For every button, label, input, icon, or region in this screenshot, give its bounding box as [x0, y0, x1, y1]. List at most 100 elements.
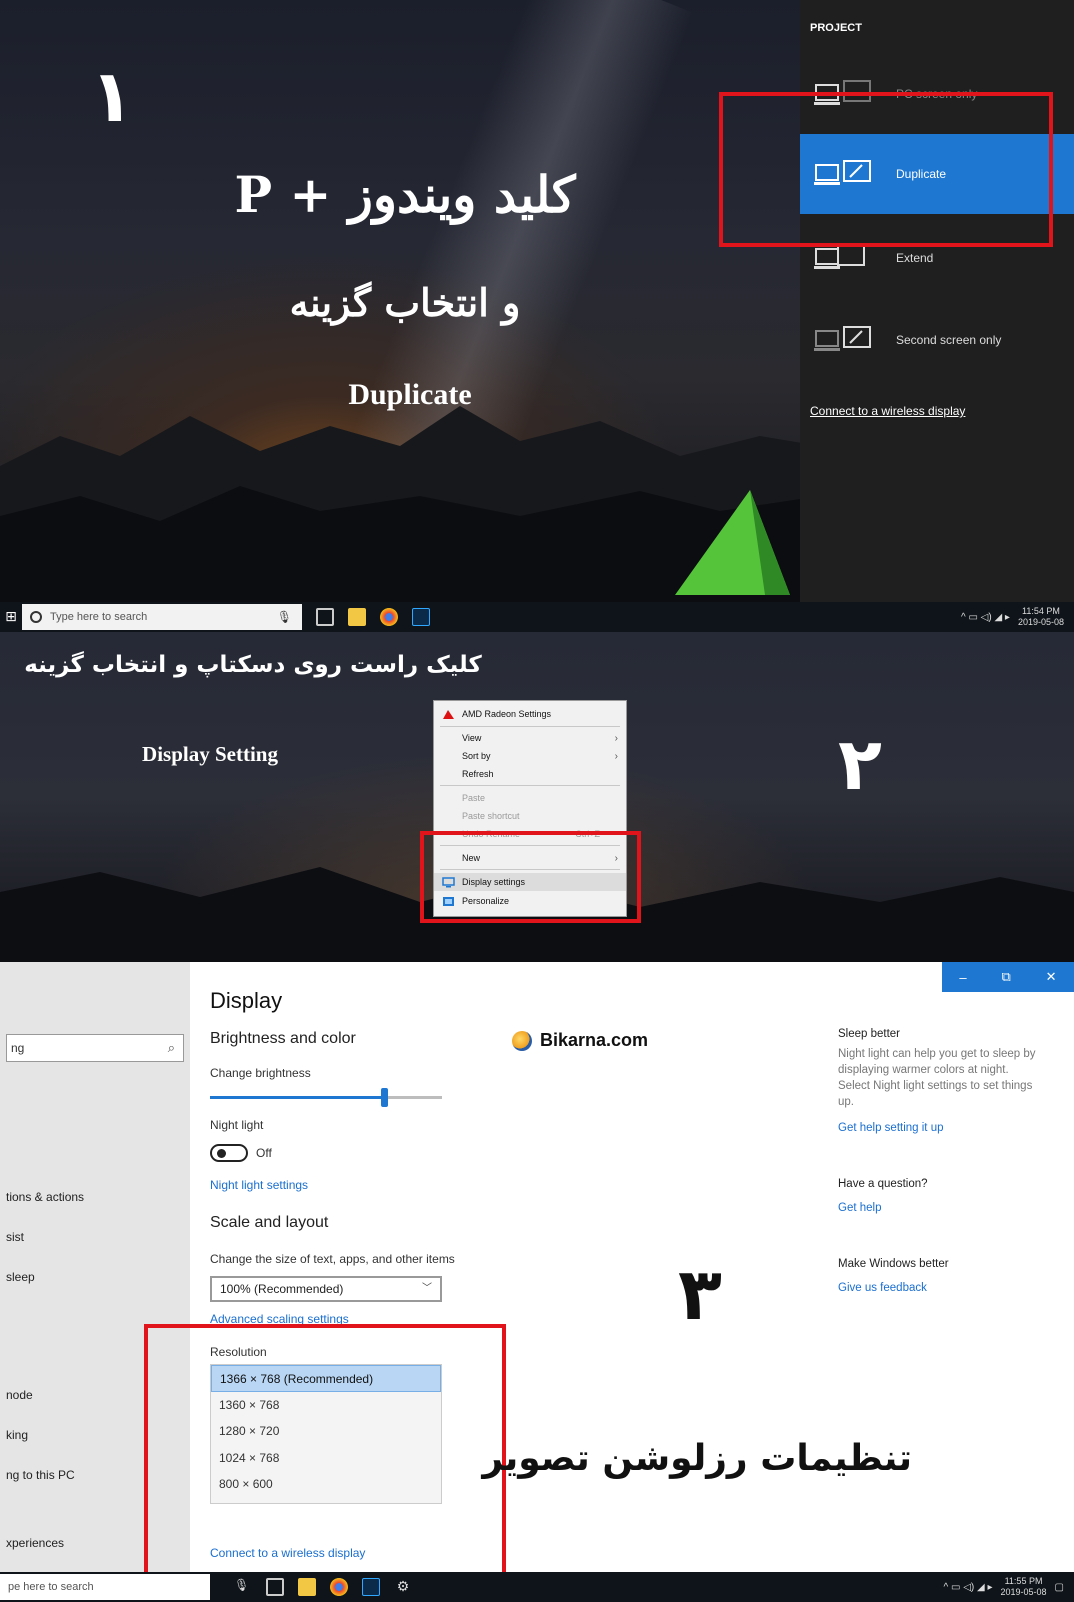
brand-watermark: Bikarna.com: [512, 1030, 648, 1051]
sidebar-item-tablet-mode[interactable]: node: [6, 1388, 33, 1402]
brightness-slider[interactable]: [210, 1088, 442, 1107]
close-button[interactable]: ✕: [1046, 969, 1057, 985]
menu-separator: [440, 726, 620, 727]
taskbar: ⊞ Type here to search 🎙 ^ ▭ ◁) ◢ ▸ 11:54…: [0, 602, 1074, 632]
taskbar-search-box[interactable]: pe here to search: [0, 1574, 210, 1600]
menu-item-label: Paste shortcut: [462, 811, 520, 821]
menu-item-label: Refresh: [462, 769, 494, 779]
menu-item-paste[interactable]: Paste: [434, 789, 626, 807]
night-light-toggle[interactable]: [210, 1144, 248, 1162]
scale-dropdown-value: 100% (Recommended): [220, 1282, 344, 1296]
menu-item-refresh[interactable]: Refresh: [434, 765, 626, 783]
highlight-box-resolution: [144, 1324, 506, 1586]
tray-icons[interactable]: ^ ▭ ◁) ◢ ▸: [961, 612, 1010, 623]
toggle-knob: [217, 1149, 226, 1158]
microphone-icon[interactable]: 🎙: [234, 1578, 252, 1596]
file-explorer-icon[interactable]: [298, 1578, 316, 1596]
bikarna-logo-icon: [512, 1030, 532, 1051]
night-light-label: Night light: [210, 1118, 264, 1132]
menu-item-amd-radeon-settings[interactable]: AMD Radeon Settings: [434, 705, 626, 723]
chevron-right-icon: ›: [614, 750, 618, 762]
instruction-option-name: Duplicate: [348, 378, 472, 411]
sleep-better-title: Sleep better: [838, 1028, 901, 1040]
menu-item-label: AMD Radeon Settings: [462, 709, 552, 719]
window-controls: – ⧉ ✕: [942, 962, 1074, 992]
project-option-label: Extend: [896, 251, 934, 265]
extend-icon: [814, 244, 865, 269]
task-view-icon[interactable]: [266, 1578, 284, 1596]
night-light-state: Off: [256, 1146, 272, 1160]
settings-gear-icon[interactable]: ⚙: [394, 1578, 412, 1596]
search-placeholder: pe here to search: [8, 1581, 94, 1593]
brightness-slider-fill: [210, 1096, 384, 1099]
chevron-right-icon: ›: [614, 732, 618, 744]
menu-item-paste-shortcut[interactable]: Paste shortcut: [434, 807, 626, 825]
sidebar-item-focus-assist[interactable]: sist: [6, 1230, 24, 1244]
minimize-button[interactable]: –: [959, 970, 966, 985]
taskbar: pe here to search 🎙 ⚙ ^ ▭ ◁) ◢ ▸ 11:55 P…: [0, 1572, 1074, 1602]
night-light-settings-link[interactable]: Night light settings: [210, 1178, 308, 1192]
amd-icon: [443, 709, 454, 719]
clock-date: 2019-05-08: [1017, 617, 1064, 627]
action-center-icon[interactable]: ▢: [1055, 1582, 1064, 1593]
instruction-subtitle: و انتخاب گزینه: [289, 280, 521, 325]
windows-start-icon[interactable]: ⊞: [0, 602, 22, 632]
change-brightness-label: Change brightness: [210, 1066, 311, 1080]
sleep-better-body: Night light can help you get to sleep by…: [838, 1048, 1036, 1108]
tray-icons[interactable]: ^ ▭ ◁) ◢ ▸: [944, 1582, 993, 1593]
menu-item-label: View: [462, 733, 482, 743]
second-screen-only-icon: [814, 326, 871, 351]
connect-wireless-display-link[interactable]: Connect to a wireless display: [810, 404, 965, 418]
sidebar-item-power-sleep[interactable]: sleep: [6, 1270, 35, 1284]
project-option-label: Second screen only: [896, 333, 1002, 347]
restore-button[interactable]: ⧉: [1002, 969, 1011, 985]
scale-dropdown[interactable]: 100% (Recommended) ﹀: [210, 1276, 442, 1302]
highlight-box-display-settings: [420, 831, 641, 923]
clock[interactable]: 11:54 PM 2019-05-08: [1018, 606, 1064, 628]
system-tray: ^ ▭ ◁) ◢ ▸ 11:54 PM 2019-05-08: [961, 606, 1064, 628]
settings-search-input[interactable]: ng ⌕: [6, 1034, 184, 1062]
instruction-title: کلید ویندوز + P: [234, 165, 576, 224]
menu-item-sort-by[interactable]: Sort by ›: [434, 747, 626, 765]
system-tray: ^ ▭ ◁) ◢ ▸ 11:55 PM 2019-05-08 ▢: [944, 1576, 1064, 1598]
sidebar-item-projecting[interactable]: ng to this PC: [6, 1468, 75, 1482]
project-option-second-screen-only[interactable]: Second screen only: [800, 300, 1074, 380]
chrome-icon[interactable]: [380, 608, 398, 626]
give-feedback-link[interactable]: Give us feedback: [838, 1280, 1038, 1296]
get-help-link[interactable]: Get help: [838, 1200, 1038, 1216]
clock[interactable]: 11:55 PM 2019-05-08: [1001, 1576, 1047, 1598]
menu-item-label: Sort by: [462, 751, 491, 761]
file-explorer-icon[interactable]: [348, 608, 366, 626]
brightness-slider-thumb[interactable]: [381, 1088, 388, 1107]
scale-layout-heading: Scale and layout: [210, 1214, 329, 1231]
microphone-icon[interactable]: 🎙: [277, 610, 292, 624]
search-value: ng: [11, 1041, 25, 1055]
highlight-box-duplicate: [719, 92, 1053, 247]
sidebar-item-shared-experiences[interactable]: xperiences: [6, 1536, 64, 1550]
taskbar-apps: [316, 608, 430, 626]
make-windows-better-title: Make Windows better: [838, 1258, 949, 1270]
project-panel-screenshot: ۱ کلید ویندوز + P و انتخاب گزینه Duplica…: [0, 0, 1074, 632]
clock-time: 11:54 PM: [1022, 606, 1060, 616]
context-menu-screenshot: کلیک راست روی دسکتاپ و انتخاب گزینه Disp…: [0, 632, 1074, 962]
project-flyout: PROJECT PC screen only Duplicate Extend: [800, 0, 1074, 602]
clock-date: 2019-05-08: [1000, 1587, 1047, 1597]
taskbar-search-box[interactable]: Type here to search 🎙: [22, 604, 302, 630]
photoshop-icon[interactable]: [412, 608, 430, 626]
brightness-heading: Brightness and color: [210, 1030, 356, 1047]
clock-time: 11:55 PM: [1004, 1576, 1043, 1586]
menu-separator: [440, 785, 620, 786]
step-number-1: ۱: [90, 54, 134, 138]
get-help-setting-link[interactable]: Get help setting it up: [838, 1120, 1038, 1136]
sidebar-item-multitasking[interactable]: king: [6, 1428, 28, 1442]
task-view-icon[interactable]: [316, 608, 334, 626]
green-tent-image: [675, 490, 790, 595]
photoshop-icon[interactable]: [362, 1578, 380, 1596]
menu-item-view[interactable]: View ›: [434, 729, 626, 747]
sidebar-item-notifications[interactable]: tions & actions: [6, 1190, 84, 1204]
brand-name: Bikarna.com: [540, 1030, 649, 1050]
chrome-icon[interactable]: [330, 1578, 348, 1596]
scale-label: Change the size of text, apps, and other…: [210, 1252, 455, 1266]
project-title: PROJECT: [810, 22, 862, 34]
search-icon: ⌕: [167, 1040, 175, 1055]
